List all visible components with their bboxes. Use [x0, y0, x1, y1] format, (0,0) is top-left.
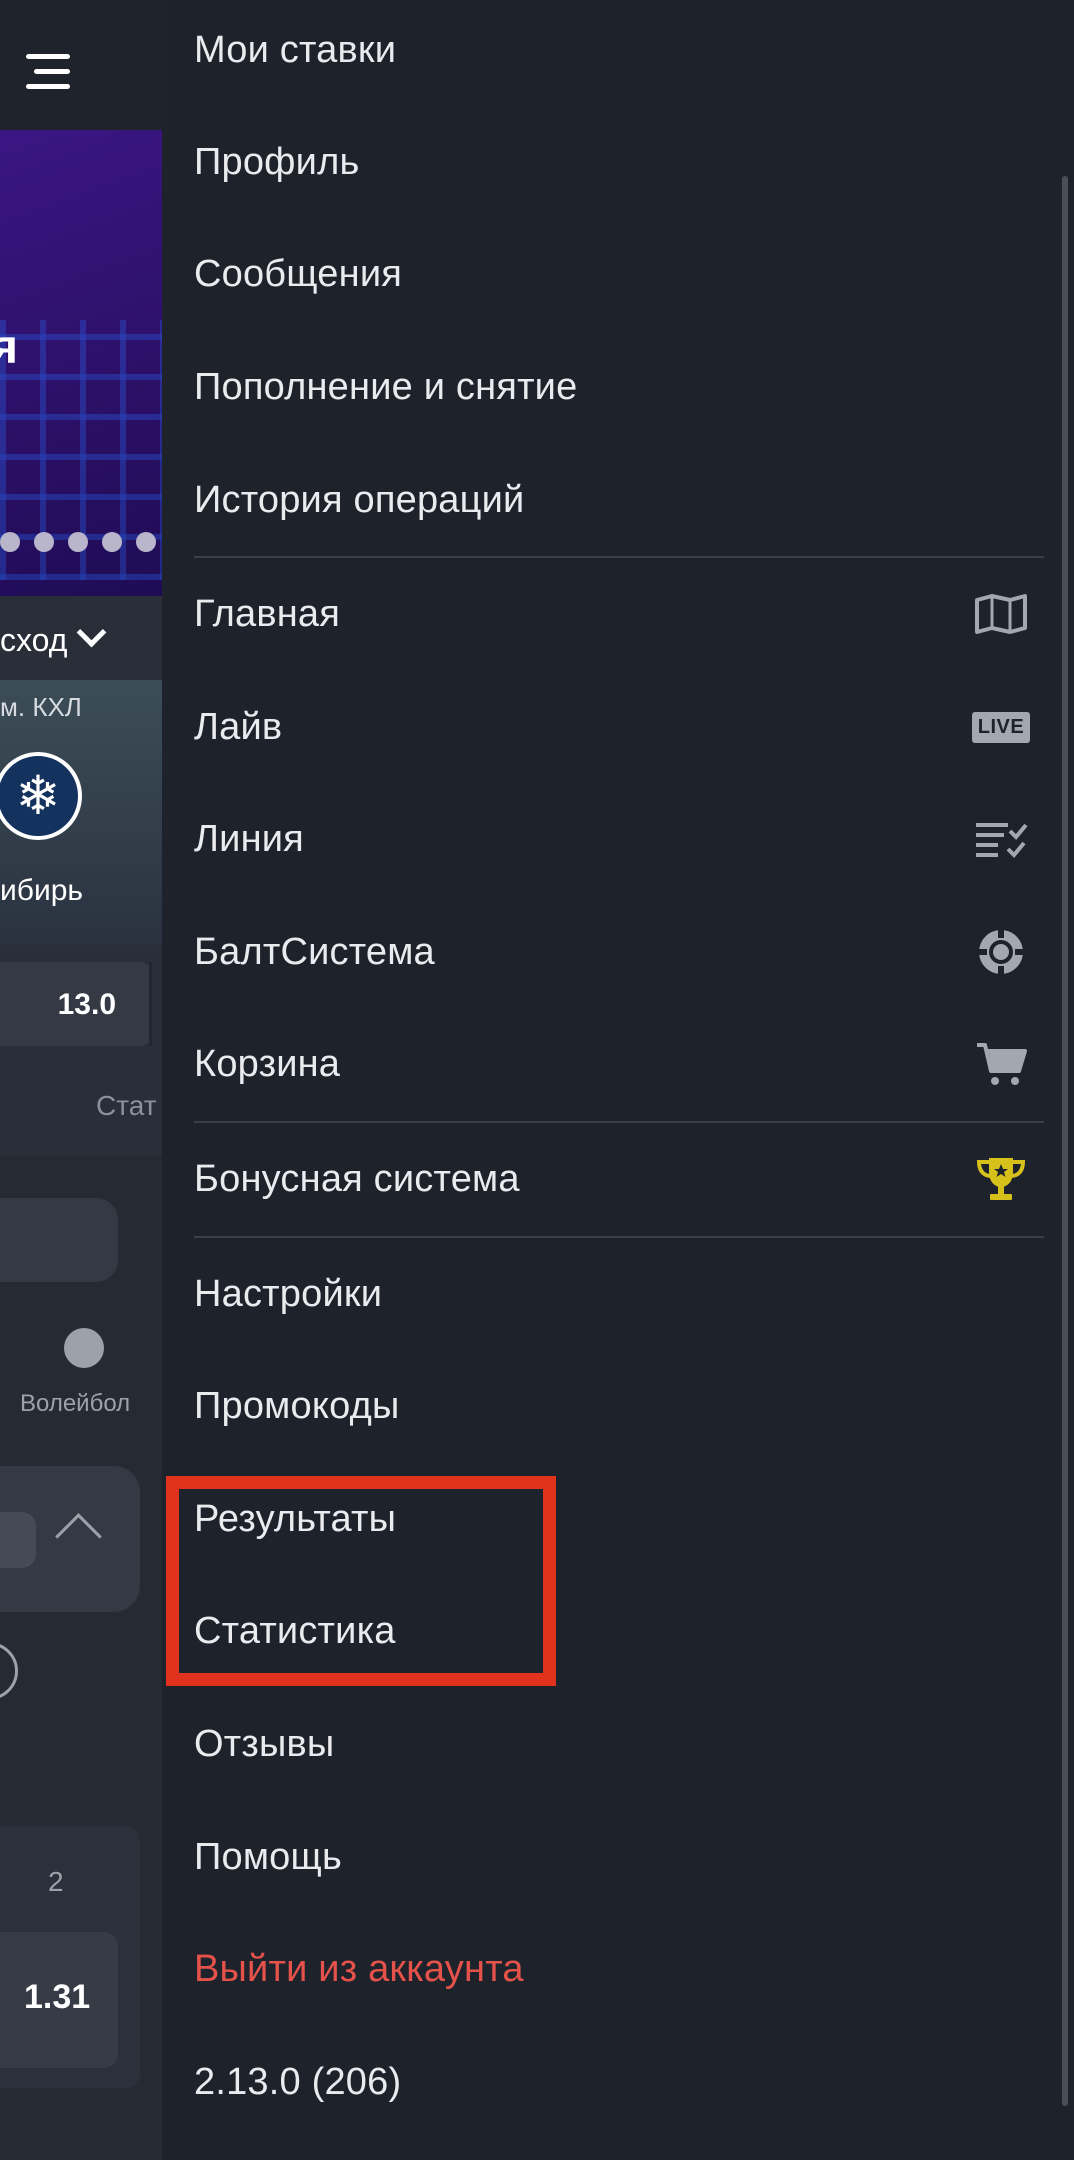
stats-tab[interactable]: Стат — [96, 1090, 157, 1122]
menu-item-label: Лайв — [194, 705, 283, 748]
menu-item-help[interactable]: Помощь — [194, 1801, 1049, 1913]
menu-item-label: Сообщения — [194, 252, 403, 295]
checklist-icon — [973, 817, 1029, 861]
menu-item-label: Пополнение и снятие — [194, 365, 578, 408]
filter-card[interactable] — [0, 1466, 140, 1612]
sport-label[interactable]: Волейбол — [20, 1390, 130, 1418]
menu-icon[interactable] — [26, 54, 74, 89]
outcome-label: сход — [0, 622, 68, 658]
version-label: 2.13.0 (206) — [194, 2060, 402, 2103]
menu-item-settings[interactable]: Настройки — [194, 1238, 1049, 1350]
menu-item-baltsystem[interactable]: БалтСистема — [194, 896, 1049, 1008]
menu-item-live[interactable]: Лайв LIVE — [194, 671, 1049, 783]
menu-item-deposit-withdraw[interactable]: Пополнение и снятие — [194, 331, 1049, 443]
menu-item-label: Статистика — [194, 1609, 396, 1652]
menu-item-label: Помощь — [194, 1835, 342, 1878]
menu-item-profile[interactable]: Профиль — [194, 106, 1049, 218]
menu-item-line[interactable]: Линия — [194, 783, 1049, 895]
menu-item-label: Промокоды — [194, 1384, 400, 1427]
scrollbar[interactable] — [1062, 176, 1068, 2106]
trophy-icon — [973, 1157, 1029, 1201]
menu-item-label: Бонусная система — [194, 1157, 520, 1200]
volleyball-icon[interactable] — [64, 1328, 104, 1368]
odds-value: 1.31 — [24, 1978, 91, 2016]
menu-item-messages[interactable]: Сообщения — [194, 218, 1049, 330]
side-drawer: Мои ставки Профиль Сообщения Пополнение … — [162, 0, 1074, 2160]
search-input[interactable] — [0, 1198, 118, 1282]
odds-card: 2 1.31 — [0, 1826, 140, 2088]
odd-button[interactable]: 13.0 — [0, 962, 152, 1046]
background-app: я сход м. КХЛ ❄ ибирь 13.0 Стат Волейбол… — [0, 0, 162, 2160]
cart-icon — [973, 1042, 1029, 1086]
app-top-bar — [0, 0, 162, 130]
menu-item-label: Линия — [194, 817, 304, 860]
menu-item-reviews[interactable]: Отзывы — [194, 1688, 1049, 1800]
league-label: м. КХЛ — [0, 692, 82, 722]
menu-item-my-bets[interactable]: Мои ставки — [194, 0, 1049, 106]
menu-item-label: Профиль — [194, 140, 360, 183]
odds-cell[interactable]: 1.31 — [0, 1932, 118, 2068]
odds-column-label: 2 — [48, 1866, 64, 1897]
menu-item-promocodes[interactable]: Промокоды — [194, 1350, 1049, 1462]
banner-title: я — [0, 321, 19, 374]
menu-item-label: Отзывы — [194, 1722, 335, 1765]
live-badge: LIVE — [971, 711, 1031, 743]
team-logo-icon: ❄ — [0, 752, 82, 840]
menu-item-label: Результаты — [194, 1497, 397, 1540]
map-icon — [973, 592, 1029, 636]
chevron-up-icon[interactable] — [55, 1513, 102, 1560]
banner-pagination — [0, 532, 156, 552]
menu-item-label: История операций — [194, 478, 525, 521]
live-icon: LIVE — [971, 705, 1031, 749]
app-version: 2.13.0 (206) — [194, 2026, 1049, 2138]
odd-value: 13.0 — [57, 988, 116, 1021]
menu-item-history[interactable]: История операций — [194, 444, 1049, 556]
odd-separator — [149, 962, 152, 1046]
team-name: ибирь — [0, 874, 84, 907]
chip-icon — [973, 930, 1029, 974]
menu-item-home[interactable]: Главная — [194, 558, 1049, 670]
promo-banner[interactable]: я — [0, 130, 162, 596]
filter-toggle[interactable] — [0, 1512, 36, 1568]
menu-item-cart[interactable]: Корзина — [194, 1008, 1049, 1120]
menu-item-statistics[interactable]: Статистика — [194, 1575, 1049, 1687]
menu-item-bonus[interactable]: Бонусная система — [194, 1123, 1049, 1235]
match-card[interactable]: м. КХЛ ❄ ибирь — [0, 680, 162, 945]
menu-item-label: БалтСистема — [194, 930, 435, 973]
menu-item-label: Выйти из аккаунта — [194, 1947, 524, 1990]
menu-item-results[interactable]: Результаты — [194, 1463, 1049, 1575]
menu-item-label: Корзина — [194, 1042, 341, 1085]
menu-item-label: Мои ставки — [194, 28, 397, 71]
outcome-selector[interactable]: сход — [0, 600, 162, 680]
menu-item-label: Настройки — [194, 1272, 383, 1315]
chevron-down-icon — [77, 617, 107, 648]
menu-item-logout[interactable]: Выйти из аккаунта — [194, 1913, 1049, 2025]
menu-item-label: Главная — [194, 592, 341, 635]
